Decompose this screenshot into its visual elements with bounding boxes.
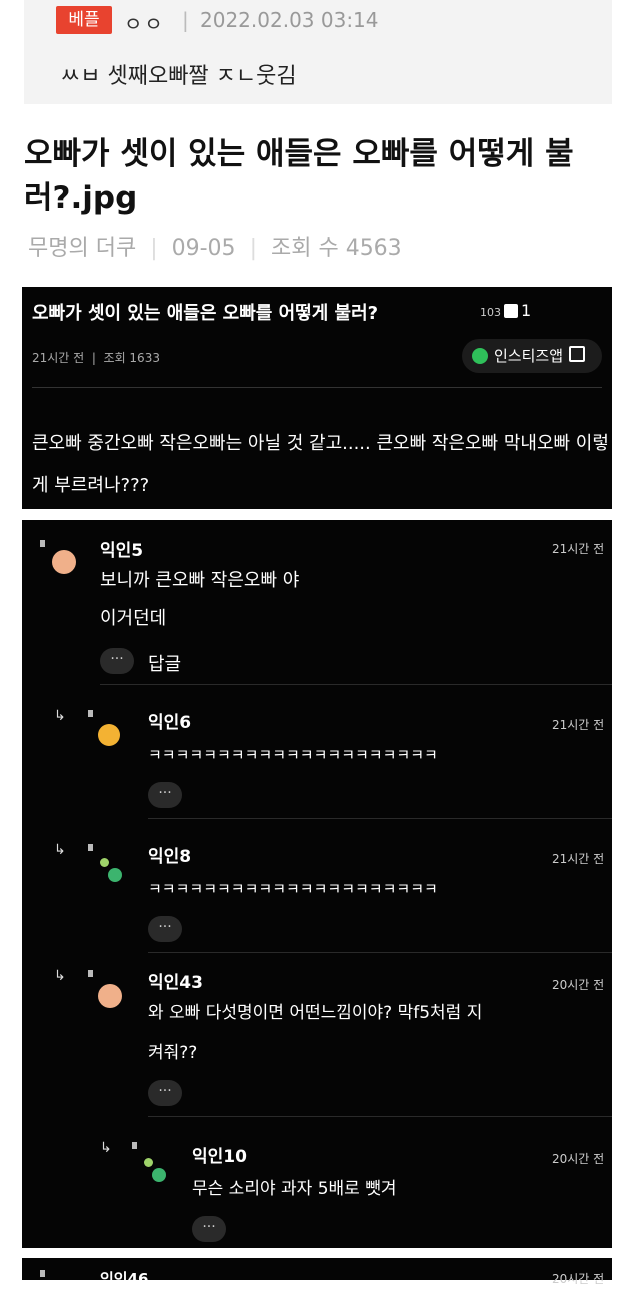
- marker-icon: [40, 1270, 45, 1277]
- avatar: [108, 868, 122, 882]
- post-meta: 무명의 더쿠 | 09-05 | 조회 수 4563: [28, 230, 402, 262]
- comment-text: 무슨 소리야 과자 5배로 뺏겨: [192, 1179, 397, 1199]
- comment-time: 21시간 전: [552, 542, 605, 556]
- divider: |: [150, 236, 158, 261]
- avatar: [152, 1168, 166, 1182]
- marker-icon: [88, 710, 93, 717]
- screenshot-meta: 21시간 전 | 조회 1633: [32, 351, 160, 365]
- divider: |: [249, 236, 257, 261]
- post-date: 09-05: [171, 236, 236, 261]
- comment-author: 익인8: [148, 847, 192, 867]
- comment-text: 켜줘??: [148, 1043, 198, 1063]
- reply-arrow-icon: ↳: [54, 968, 66, 984]
- comment-author: 익인10: [192, 1147, 247, 1167]
- external-link-icon: [569, 346, 586, 362]
- marker-icon: [88, 844, 93, 851]
- avatar: [144, 1158, 153, 1167]
- app-button[interactable]: 인스티즈앱: [462, 339, 602, 373]
- comment-author: 익인46: [100, 1270, 149, 1288]
- marker-icon: [132, 1142, 137, 1149]
- divider: [32, 387, 602, 388]
- divider: [148, 952, 612, 953]
- avatar: [100, 858, 109, 867]
- avatar: [52, 550, 76, 574]
- marker-icon: [88, 970, 93, 977]
- original-post-screenshot: 오빠가 셋이 있는 애들은 오빠를 어떻게 불러? 103 1 21시간 전 | …: [22, 287, 612, 509]
- comment-time: 20시간 전: [552, 1152, 605, 1166]
- like-counter[interactable]: 103 1: [480, 301, 531, 320]
- comment-username[interactable]: ㅇㅇ: [124, 8, 165, 37]
- comment-text: 이거던데: [100, 608, 167, 629]
- marker-icon: [40, 540, 45, 547]
- divider: [148, 1116, 612, 1117]
- screenshot-title: 오빠가 셋이 있는 애들은 오빠를 어떻게 불러?: [32, 303, 379, 324]
- comment-time: 21시간 전: [552, 852, 605, 866]
- screenshot-time: 21시간 전: [32, 351, 85, 365]
- reply-button[interactable]: 답글: [148, 650, 181, 676]
- reply-arrow-icon: ↳: [100, 1140, 112, 1156]
- comment-author: 익인6: [148, 713, 192, 733]
- reply-arrow-icon: ↳: [54, 708, 66, 724]
- best-comment-text: ㅆㅂ 셋째오빠짤 ㅈㄴ웃김: [60, 64, 297, 89]
- comment-text: 와 오빠 다섯명이면 어떤느낌이야? 막f5처럼 지: [148, 1003, 483, 1023]
- comment-author: 익인5: [100, 541, 144, 561]
- comments-screenshot-next: 익인46 20시간 전: [22, 1258, 612, 1288]
- more-button[interactable]: ···: [100, 648, 134, 674]
- post-author[interactable]: 무명의 더쿠: [28, 236, 136, 261]
- avatar: [98, 724, 120, 746]
- comment-text: ㅋㅋㅋㅋㅋㅋㅋㅋㅋㅋㅋㅋㅋㅋㅋㅋㅋㅋㅋㅋㅋ: [148, 880, 438, 898]
- best-comment-card: 베플 ㅇㅇ | 2022.02.03 03:14 ㅆㅂ 셋째오빠짤 ㅈㄴ웃김: [24, 0, 612, 104]
- more-button[interactable]: ···: [148, 916, 182, 942]
- small-count: 103: [480, 306, 501, 319]
- post-title: 오빠가 셋이 있는 애들은 오빠를 어떻게 불러?.jpg: [24, 136, 574, 216]
- more-button[interactable]: ···: [148, 782, 182, 808]
- comment-date: 2022.02.03 03:14: [200, 8, 379, 32]
- best-badge: 베플: [56, 6, 112, 34]
- like-count: 1: [521, 301, 532, 320]
- divider: [100, 684, 612, 685]
- thumbs-up-icon: [504, 304, 518, 318]
- app-button-label: 인스티즈앱: [494, 347, 564, 365]
- screenshot-views: 조회 1633: [103, 351, 160, 365]
- reply-arrow-icon: ↳: [54, 842, 66, 858]
- screenshot-body: 큰오빠 중간오빠 작은오빠는 아닐 것 같고..... 큰오빠 작은오빠 막내오…: [32, 433, 609, 496]
- comment-text: ㅋㅋㅋㅋㅋㅋㅋㅋㅋㅋㅋㅋㅋㅋㅋㅋㅋㅋㅋㅋㅋ: [148, 746, 438, 764]
- more-button[interactable]: ···: [148, 1080, 182, 1106]
- comment-text: 보니까 큰오빠 작은오빠 야: [100, 570, 300, 591]
- more-button[interactable]: ···: [192, 1216, 226, 1242]
- comment-time: 20시간 전: [552, 1272, 605, 1286]
- comment-author: 익인43: [148, 973, 203, 993]
- comments-screenshot: 익인5 21시간 전 보니까 큰오빠 작은오빠 야 이거던데 ··· 답글 ↳ …: [22, 520, 612, 1248]
- app-logo-icon: [472, 348, 488, 364]
- divider: |: [182, 8, 189, 32]
- avatar: [98, 984, 122, 1008]
- post-views: 조회 수 4563: [270, 236, 402, 261]
- comment-time: 20시간 전: [552, 978, 605, 992]
- divider: [148, 818, 612, 819]
- comment-time: 21시간 전: [552, 718, 605, 732]
